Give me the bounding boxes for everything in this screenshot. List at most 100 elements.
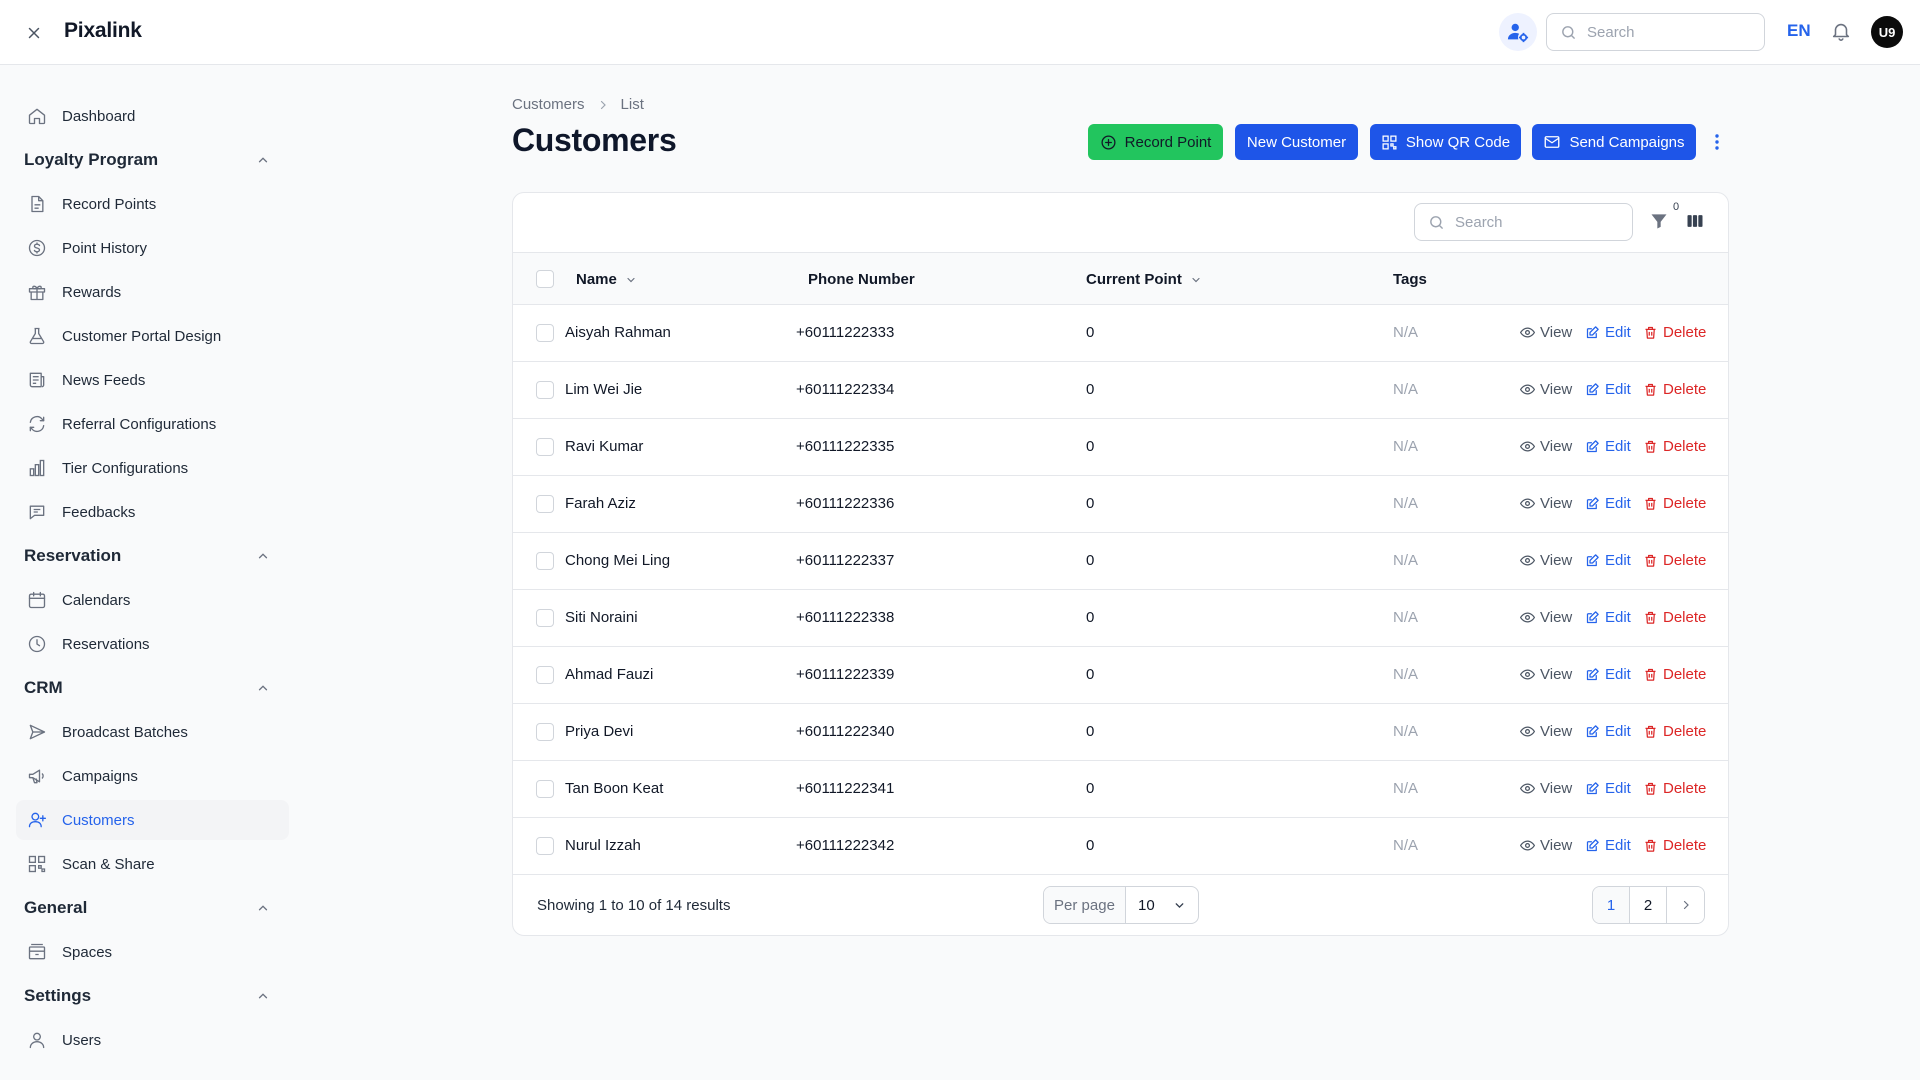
edit-button[interactable]: Edit (1585, 438, 1631, 455)
sidebar-item-label: Point History (62, 239, 148, 257)
edit-button[interactable]: Edit (1585, 780, 1631, 797)
cell-name: Priya Devi (565, 723, 634, 740)
row-checkbox[interactable] (536, 324, 554, 342)
sidebar-item-broadcast[interactable]: Broadcast Batches (16, 712, 289, 752)
delete-button[interactable]: Delete (1643, 723, 1706, 740)
sidebar-item-spaces[interactable]: Spaces (16, 932, 289, 972)
search-icon (1428, 214, 1445, 231)
sidebar-item-rewards[interactable]: Rewards (16, 272, 289, 312)
view-button[interactable]: View (1520, 324, 1572, 341)
view-button[interactable]: View (1520, 552, 1572, 569)
sidebar-group-general[interactable]: General (24, 894, 280, 922)
sidebar-item-dashboard[interactable]: Dashboard (16, 96, 289, 136)
cell-points: 0 (1086, 780, 1095, 797)
delete-button[interactable]: Delete (1643, 837, 1706, 854)
view-button[interactable]: View (1520, 723, 1572, 740)
select-all-checkbox[interactable] (536, 270, 554, 288)
row-checkbox[interactable] (536, 495, 554, 513)
delete-button[interactable]: Delete (1643, 552, 1706, 569)
edit-button[interactable]: Edit (1585, 495, 1631, 512)
delete-button[interactable]: Delete (1643, 495, 1706, 512)
view-button[interactable]: View (1520, 495, 1572, 512)
page-button-2[interactable]: 2 (1630, 887, 1667, 923)
edit-icon (1585, 724, 1600, 739)
sidebar-item-tier[interactable]: Tier Configurations (16, 448, 289, 488)
table-row: Chong Mei Ling +60111222337 0 N/A View Edit De… (513, 533, 1728, 590)
edit-button[interactable]: Edit (1585, 723, 1631, 740)
sidebar-item-news-feeds[interactable]: News Feeds (16, 360, 289, 400)
delete-button[interactable]: Delete (1643, 381, 1706, 398)
sidebar-item-feedbacks[interactable]: Feedbacks (16, 492, 289, 532)
close-icon[interactable] (21, 20, 47, 46)
mail-icon (1543, 133, 1561, 151)
edit-button[interactable]: Edit (1585, 666, 1631, 683)
sidebar-item-reservations[interactable]: Reservations (16, 624, 289, 664)
sidebar-item-campaigns[interactable]: Campaigns (16, 756, 289, 796)
delete-button[interactable]: Delete (1643, 609, 1706, 626)
row-checkbox[interactable] (536, 666, 554, 684)
sidebar-group-loyalty[interactable]: Loyalty Program (24, 146, 280, 174)
edit-button[interactable]: Edit (1585, 552, 1631, 569)
show-qr-code-button[interactable]: Show QR Code (1370, 124, 1521, 160)
record-point-label: Record Point (1124, 133, 1212, 151)
sidebar-item-users[interactable]: Users (16, 1020, 289, 1060)
sidebar-item-record-points[interactable]: Record Points (16, 184, 289, 224)
breadcrumb-link[interactable]: Customers (512, 96, 585, 113)
view-button[interactable]: View (1520, 609, 1572, 626)
send-campaigns-button[interactable]: Send Campaigns (1532, 124, 1696, 160)
row-checkbox[interactable] (536, 837, 554, 855)
column-header-name[interactable]: Name (576, 271, 637, 288)
sidebar-item-calendars[interactable]: Calendars (16, 580, 289, 620)
sidebar-item-scan-share[interactable]: Scan & Share (16, 844, 289, 884)
per-page-select[interactable]: Per page 10 (1043, 886, 1199, 924)
global-search-input[interactable] (1587, 23, 1757, 41)
dollar-circle-icon (26, 237, 48, 259)
delete-button[interactable]: Delete (1643, 324, 1706, 341)
view-button[interactable]: View (1520, 837, 1572, 854)
breadcrumb: Customers List (512, 96, 644, 113)
page-button-1[interactable]: 1 (1593, 887, 1630, 923)
more-vertical-icon[interactable] (1710, 128, 1724, 156)
columns-icon[interactable] (1685, 211, 1707, 233)
delete-button[interactable]: Delete (1643, 666, 1706, 683)
per-page-value[interactable]: 10 (1126, 897, 1198, 914)
sidebar-group-crm[interactable]: CRM (24, 674, 280, 702)
global-search[interactable] (1546, 13, 1765, 51)
sidebar-item-label: Campaigns (62, 767, 138, 785)
filter-icon[interactable] (1649, 211, 1671, 233)
view-button[interactable]: View (1520, 666, 1572, 683)
sidebar-item-customers[interactable]: Customers (16, 800, 289, 840)
table-search-input[interactable] (1455, 213, 1625, 231)
sidebar-item-referral[interactable]: Referral Configurations (16, 404, 289, 444)
edit-icon (1585, 496, 1600, 511)
user-settings-icon[interactable] (1499, 13, 1537, 51)
view-button[interactable]: View (1520, 438, 1572, 455)
sidebar-item-portal-design[interactable]: Customer Portal Design (16, 316, 289, 356)
new-customer-button[interactable]: New Customer (1235, 124, 1358, 160)
view-button[interactable]: View (1520, 381, 1572, 398)
row-checkbox[interactable] (536, 552, 554, 570)
sidebar-item-point-history[interactable]: Point History (16, 228, 289, 268)
edit-button[interactable]: Edit (1585, 381, 1631, 398)
delete-button[interactable]: Delete (1643, 438, 1706, 455)
delete-button[interactable]: Delete (1643, 780, 1706, 797)
record-point-button[interactable]: Record Point (1088, 124, 1223, 160)
row-checkbox[interactable] (536, 438, 554, 456)
view-button[interactable]: View (1520, 780, 1572, 797)
bell-icon[interactable] (1830, 20, 1852, 42)
sidebar-group-settings[interactable]: Settings (24, 982, 280, 1010)
edit-button[interactable]: Edit (1585, 837, 1631, 854)
next-page-button[interactable] (1667, 887, 1704, 923)
language-switcher[interactable]: EN (1787, 21, 1811, 41)
row-checkbox[interactable] (536, 381, 554, 399)
avatar[interactable]: U9 (1871, 16, 1903, 48)
row-checkbox[interactable] (536, 723, 554, 741)
row-checkbox[interactable] (536, 609, 554, 627)
table-search[interactable] (1414, 203, 1633, 241)
pagination: 1 2 (1592, 886, 1705, 924)
edit-button[interactable]: Edit (1585, 609, 1631, 626)
column-header-points[interactable]: Current Point (1086, 271, 1202, 288)
sidebar-group-reservation[interactable]: Reservation (24, 542, 280, 570)
row-checkbox[interactable] (536, 780, 554, 798)
edit-button[interactable]: Edit (1585, 324, 1631, 341)
